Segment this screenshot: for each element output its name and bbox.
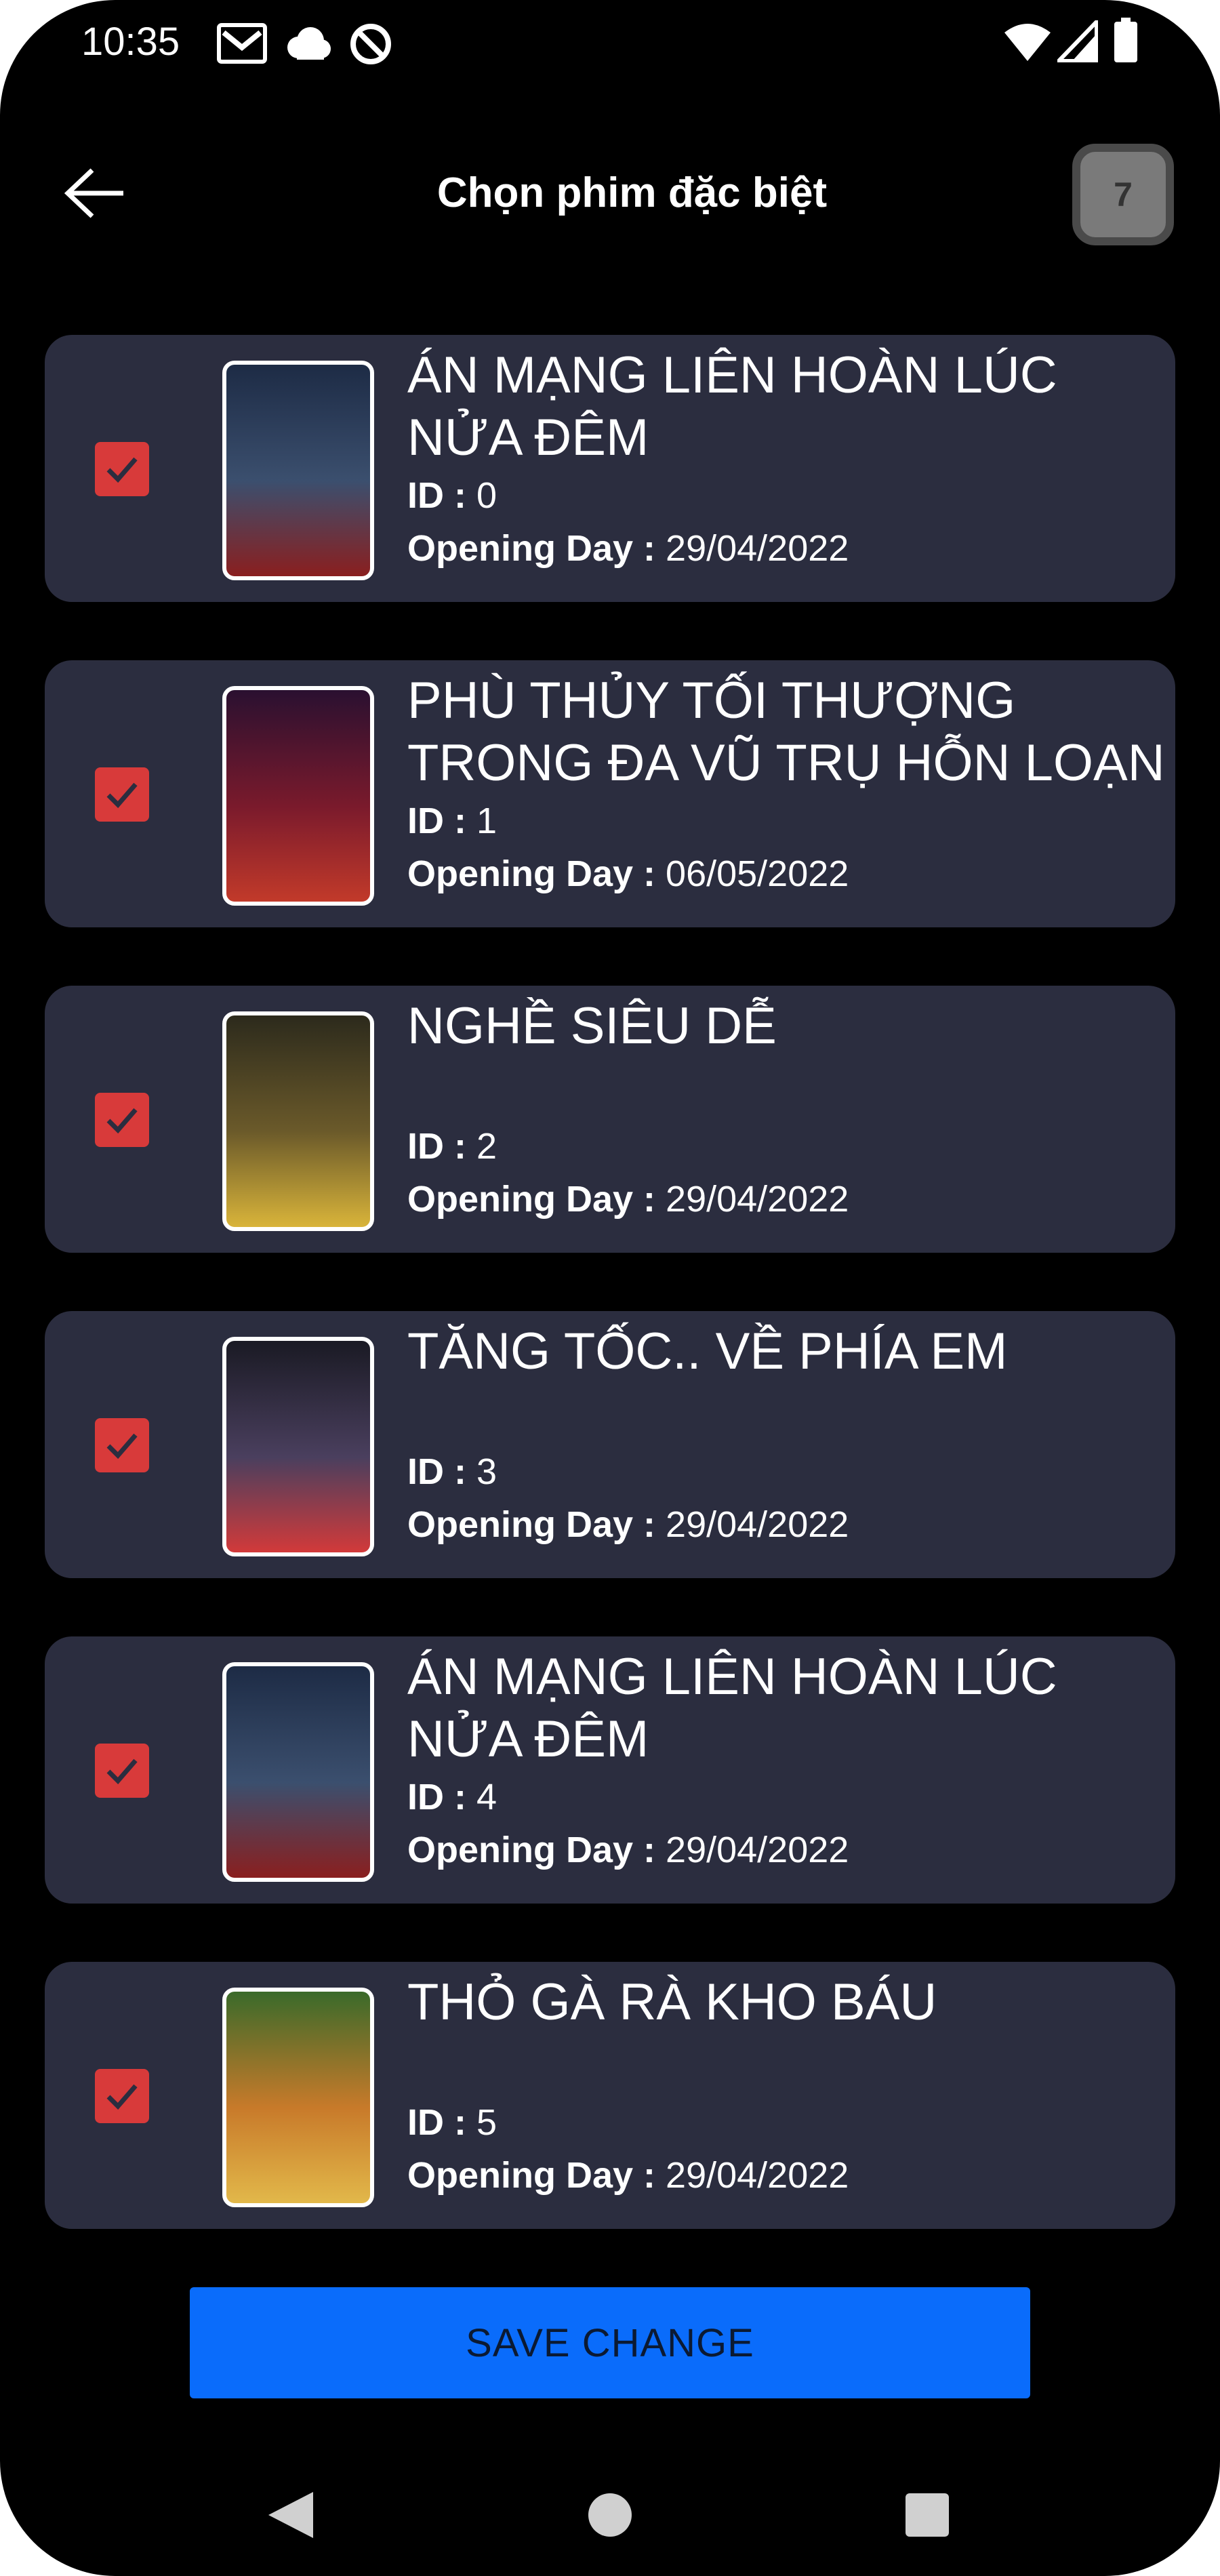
opening-day-label: Opening Day : [407, 1830, 666, 1870]
movie-id-label: ID : [407, 1777, 476, 1817]
movie-checkbox[interactable] [95, 1744, 149, 1798]
movie-info: NGHỀ SIÊU DỄ ID : 2 Opening Day : 29/04/… [407, 995, 1172, 1226]
navigation-bar [0, 2440, 1220, 2576]
opening-day-value: 29/04/2022 [666, 1830, 849, 1870]
movie-checkbox[interactable] [95, 767, 149, 822]
movie-id-line: ID : 1 [407, 794, 1172, 847]
nav-home-button[interactable] [576, 2481, 644, 2549]
opening-day-label: Opening Day : [407, 1504, 666, 1545]
movie-title: ÁN MẠNG LIÊN HOÀN LÚC NỬA ĐÊM [407, 346, 1057, 466]
opening-day-line: Opening Day : 29/04/2022 [407, 1824, 1172, 1876]
back-arrow-icon [64, 168, 123, 218]
movie-poster [222, 686, 374, 906]
movie-id-label: ID : [407, 1126, 476, 1167]
movie-title: NGHỀ SIÊU DỄ [407, 997, 777, 1055]
movie-title: ÁN MẠNG LIÊN HOÀN LÚC NỬA ĐÊM [407, 1648, 1057, 1768]
opening-day-line: Opening Day : 06/05/2022 [407, 847, 1172, 900]
movie-card[interactable]: ÁN MẠNG LIÊN HOÀN LÚC NỬA ĐÊM ID : 4 Ope… [45, 1636, 1175, 1904]
movie-id-label: ID : [407, 2102, 476, 2143]
nav-recents-button[interactable] [893, 2481, 961, 2549]
movie-id-line: ID : 5 [407, 2096, 1172, 2149]
gmail-icon [217, 23, 267, 67]
movie-checkbox[interactable] [95, 2069, 149, 2123]
opening-day-label: Opening Day : [407, 528, 666, 569]
movie-info: PHÙ THỦY TỐI THƯỢNG TRONG ĐA VŨ TRỤ HỖN … [407, 670, 1172, 900]
movie-poster [222, 1988, 374, 2207]
cloud-icon [283, 26, 332, 63]
movie-id-value: 1 [476, 801, 497, 841]
movie-poster [222, 1337, 374, 1556]
opening-day-value: 29/04/2022 [666, 528, 849, 569]
movie-id-line: ID : 4 [407, 1771, 1172, 1824]
opening-day-value: 06/05/2022 [666, 853, 849, 894]
sync-icon [348, 22, 393, 70]
movie-id-label: ID : [407, 475, 476, 516]
opening-day-line: Opening Day : 29/04/2022 [407, 1173, 1172, 1226]
page-title: Chọn phim đặc biệt [436, 169, 828, 216]
checkmark-icon [106, 1758, 138, 1785]
movie-id-label: ID : [407, 801, 476, 841]
movie-id-value: 5 [476, 2102, 497, 2143]
movie-card[interactable]: PHÙ THỦY TỐI THƯỢNG TRONG ĐA VŨ TRỤ HỖN … [45, 660, 1175, 927]
checkmark-icon [106, 782, 138, 809]
device-screen: 10:35 Chọn phim đặc biệt 7 ÁN MẠNG LIÊN … [0, 0, 1220, 2576]
movie-card[interactable]: TĂNG TỐC.. VỀ PHÍA EM ID : 3 Opening Day… [45, 1311, 1175, 1578]
opening-day-line: Opening Day : 29/04/2022 [407, 2149, 1172, 2202]
movie-card[interactable]: ÁN MẠNG LIÊN HOÀN LÚC NỬA ĐÊM ID : 0 Ope… [45, 335, 1175, 602]
opening-day-line: Opening Day : 29/04/2022 [407, 522, 1172, 575]
movie-id-value: 0 [476, 475, 497, 516]
movie-id-line: ID : 3 [407, 1445, 1172, 1498]
movie-title: TĂNG TỐC.. VỀ PHÍA EM [407, 1323, 1008, 1380]
movie-title: THỎ GÀ RÀ KHO BÁU [407, 1973, 937, 2031]
movie-title: PHÙ THỦY TỐI THƯỢNG TRONG ĐA VŨ TRỤ HỖN … [407, 672, 1165, 792]
battery-icon [1113, 18, 1139, 67]
opening-day-value: 29/04/2022 [666, 1504, 849, 1545]
opening-day-label: Opening Day : [407, 1179, 666, 1220]
opening-day-value: 29/04/2022 [666, 1179, 849, 1220]
back-triangle-icon [268, 2492, 313, 2538]
home-circle-icon [588, 2493, 632, 2537]
movie-info: TĂNG TỐC.. VỀ PHÍA EM ID : 3 Opening Day… [407, 1321, 1172, 1551]
movie-info: THỎ GÀ RÀ KHO BÁU ID : 5 Opening Day : 2… [407, 1971, 1172, 2202]
movie-list: ÁN MẠNG LIÊN HOÀN LÚC NỬA ĐÊM ID : 0 Ope… [45, 335, 1175, 2287]
wifi-icon [1003, 22, 1052, 66]
movie-id-value: 3 [476, 1451, 497, 1492]
movie-poster [222, 1662, 374, 1882]
signal-icon [1053, 16, 1099, 66]
save-change-button[interactable]: SAVE CHANGE [190, 2287, 1030, 2398]
recents-square-icon [906, 2493, 949, 2537]
movie-id-line: ID : 0 [407, 469, 1172, 522]
status-time: 10:35 [81, 20, 180, 64]
movie-info: ÁN MẠNG LIÊN HOÀN LÚC NỬA ĐÊM ID : 4 Ope… [407, 1646, 1172, 1876]
checkmark-icon [106, 1108, 138, 1134]
movie-checkbox[interactable] [95, 442, 149, 496]
movie-poster [222, 1011, 374, 1231]
movie-id-value: 2 [476, 1126, 497, 1167]
back-button[interactable] [54, 153, 136, 234]
movie-id-label: ID : [407, 1451, 476, 1492]
opening-day-line: Opening Day : 29/04/2022 [407, 1498, 1172, 1551]
nav-back-button[interactable] [256, 2481, 324, 2549]
opening-day-value: 29/04/2022 [666, 2155, 849, 2196]
status-bar: 10:35 [0, 0, 1220, 88]
movie-id-value: 4 [476, 1777, 497, 1817]
movie-id-line: ID : 2 [407, 1120, 1172, 1173]
movie-card[interactable]: THỎ GÀ RÀ KHO BÁU ID : 5 Opening Day : 2… [45, 1962, 1175, 2229]
opening-day-label: Opening Day : [407, 2155, 666, 2196]
selected-count-badge[interactable]: 7 [1072, 144, 1174, 245]
movie-info: ÁN MẠNG LIÊN HOÀN LÚC NỬA ĐÊM ID : 0 Ope… [407, 344, 1172, 575]
movie-poster [222, 361, 374, 580]
checkmark-icon [106, 1433, 138, 1460]
checkmark-icon [106, 457, 138, 483]
movie-checkbox[interactable] [95, 1418, 149, 1472]
movie-card[interactable]: NGHỀ SIÊU DỄ ID : 2 Opening Day : 29/04/… [45, 986, 1175, 1253]
checkmark-icon [106, 2084, 138, 2110]
opening-day-label: Opening Day : [407, 853, 666, 894]
movie-checkbox[interactable] [95, 1093, 149, 1147]
